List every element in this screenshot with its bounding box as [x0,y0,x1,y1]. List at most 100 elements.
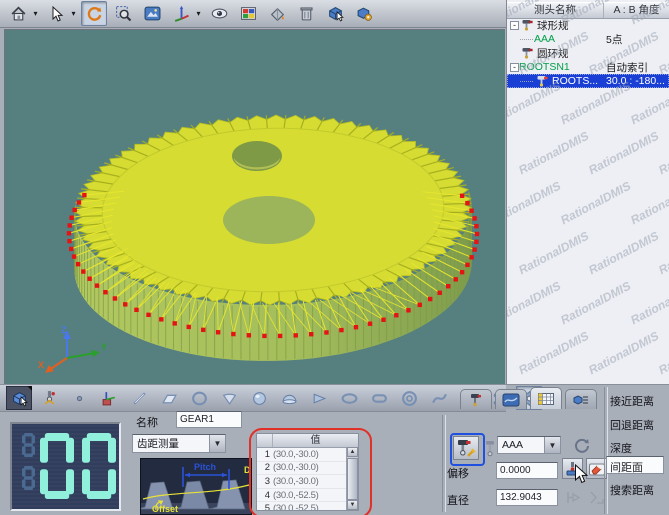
top-toolbar: ▾ ▾ ▾ [0,0,506,28]
eye-view-button[interactable] [206,1,232,26]
value-row[interactable]: 3(30.0,-30.0) [257,475,358,489]
watermark-text: RationalDMIS [656,329,669,378]
name-input[interactable]: GEAR1 [176,411,242,428]
coordinate-frame-button[interactable] [96,386,122,410]
offset-teach-button[interactable] [562,458,583,479]
tab-table[interactable] [530,387,562,409]
tree-row[interactable]: ROOTS...30.0 : -180... [507,74,669,88]
scroll-down-icon[interactable]: ▼ [347,500,358,510]
tree-header-angle[interactable]: A : B 角度 [604,3,669,18]
tab-probe[interactable] [460,389,492,409]
delete-trash-button[interactable] [293,1,319,26]
probe-build-button[interactable] [36,386,62,410]
ellipse-button[interactable] [336,386,362,410]
watermark-text: RationalDMIS [628,279,669,328]
scroll-up-icon[interactable]: ▲ [347,447,358,457]
tree-row[interactable]: AAA 5点 [507,32,669,46]
tree-item-label: ROOTS... [552,75,598,87]
pitch-label: Pitch [194,462,216,472]
sphere-button[interactable] [246,386,272,410]
watermark-text: RationalDMIS [656,229,669,278]
select-cursor-button[interactable] [43,1,69,26]
panel-divider [604,387,608,514]
color-palette-button[interactable] [235,1,261,26]
dropdown-arrow-icon[interactable]: ▾ [69,9,78,18]
probe-mode-button[interactable] [453,436,479,460]
axis-label: Z [61,325,67,335]
scene-svg: ZYX [5,30,505,385]
watermark-text: RationalDMIS [558,279,633,328]
plane-button[interactable] [156,386,182,410]
eraser-icon [588,461,606,477]
tree-row[interactable]: -球形规 [507,18,669,32]
viewport-3d[interactable]: ZYX [4,29,505,385]
tree-collapse-icon[interactable]: - [510,21,519,30]
curve-button[interactable] [426,386,452,410]
arc-button[interactable] [216,386,242,410]
tree-item-angle: 5点 [606,32,622,47]
table-tab-icon [537,392,555,406]
value-row-value: (30.0,-30.0) [273,462,319,473]
probe-tree: -球形规AAA 5点圆环规-ROOTSN1自动索引ROOTS...30.0 : -… [507,18,669,88]
refresh-probe-button[interactable] [573,436,591,459]
diameter-input[interactable]: 132.9043 [496,489,558,506]
tab-graphics[interactable] [495,389,527,409]
d-label: D [244,465,251,475]
graphics-tab-icon [502,393,520,407]
rotate-view-button[interactable] [81,1,107,26]
render-mode-button[interactable] [264,1,290,26]
value-row[interactable]: 4(30.0,-52.5) [257,489,358,503]
value-row-index: 3 [257,476,273,487]
cone-button[interactable] [306,386,332,410]
tree-header-name[interactable]: 测头名称 [507,3,604,18]
probe-select[interactable]: AAA ▼ [497,436,561,454]
solid-pick-button[interactable]: ◥ [6,386,32,410]
probe-icon [521,47,535,59]
axes-view-button[interactable] [168,1,194,26]
home-button[interactable] [5,1,31,26]
bottom-tabs [460,388,597,409]
value-row[interactable]: 2(30.0,-30.0) [257,462,358,476]
tree-connector [520,80,533,82]
scrollbar-thumb[interactable] [347,458,358,500]
tree-collapse-icon[interactable]: - [510,63,519,72]
value-row-index: 4 [257,490,273,501]
tree-item-label: AAA [534,33,555,45]
dropdown-arrow-icon[interactable]: ▾ [31,9,40,18]
fit-image-button[interactable] [139,1,165,26]
solid-settings-button[interactable] [351,1,377,26]
watermark-text: RationalDMIS [656,129,669,178]
probe-select-value: AAA [498,439,544,451]
measure-mode-select[interactable]: 齿距测量 ▼ [132,434,226,453]
pitch-plane-field[interactable]: 间距面 [606,456,664,474]
probe-tab-icon [467,393,485,407]
value-list: 值 1(30.0,-30.0)2(30.0,-30.0)3(30.0,-30.0… [256,433,359,511]
value-row[interactable]: 1(30.0,-30.0) [257,448,358,462]
zoom-region-button[interactable] [110,1,136,26]
probe-tree-panel: 测头名称 A : B 角度 -球形规AAA 5点圆环规-ROOTSN1自动索引RO… [506,0,669,385]
watermark-text: RationalDMIS [558,179,633,228]
probe-small-button[interactable] [483,440,497,462]
value-list-index-header [257,434,273,447]
retract-distance-label: 回退距离 [610,417,654,433]
tree-row[interactable]: 圆环规 [507,46,669,60]
dropdown-arrow-icon[interactable]: ▾ [194,9,203,18]
chevron-down-icon[interactable]: ▼ [544,437,560,453]
chevron-down-icon[interactable]: ▼ [209,435,225,452]
slot-button[interactable] [366,386,392,410]
point-button[interactable] [66,386,92,410]
pick-solid-button[interactable] [322,1,348,26]
torus-button[interactable] [396,386,422,410]
value-row[interactable]: 5(30.0,-52.5) [257,502,358,511]
line-button[interactable] [126,386,152,410]
value-list-scrollbar[interactable]: ▲ ▼ [346,447,358,510]
dome-button[interactable] [276,386,302,410]
counter-svg [12,424,119,509]
circle-button[interactable] [186,386,212,410]
tree-column-headers: 测头名称 A : B 角度 [507,2,669,19]
tree-row[interactable]: -ROOTSN1自动索引 [507,60,669,74]
tab-report[interactable] [565,389,597,409]
rationaldmis-window: ▾▾▾ ZYX 测头名称 A : B 角度 -球形规AAA5点圆环规-ROOTS… [0,0,669,515]
flyout-arrow-icon: ◥ [27,386,32,392]
offset-input[interactable]: 0.0000 [496,462,558,479]
